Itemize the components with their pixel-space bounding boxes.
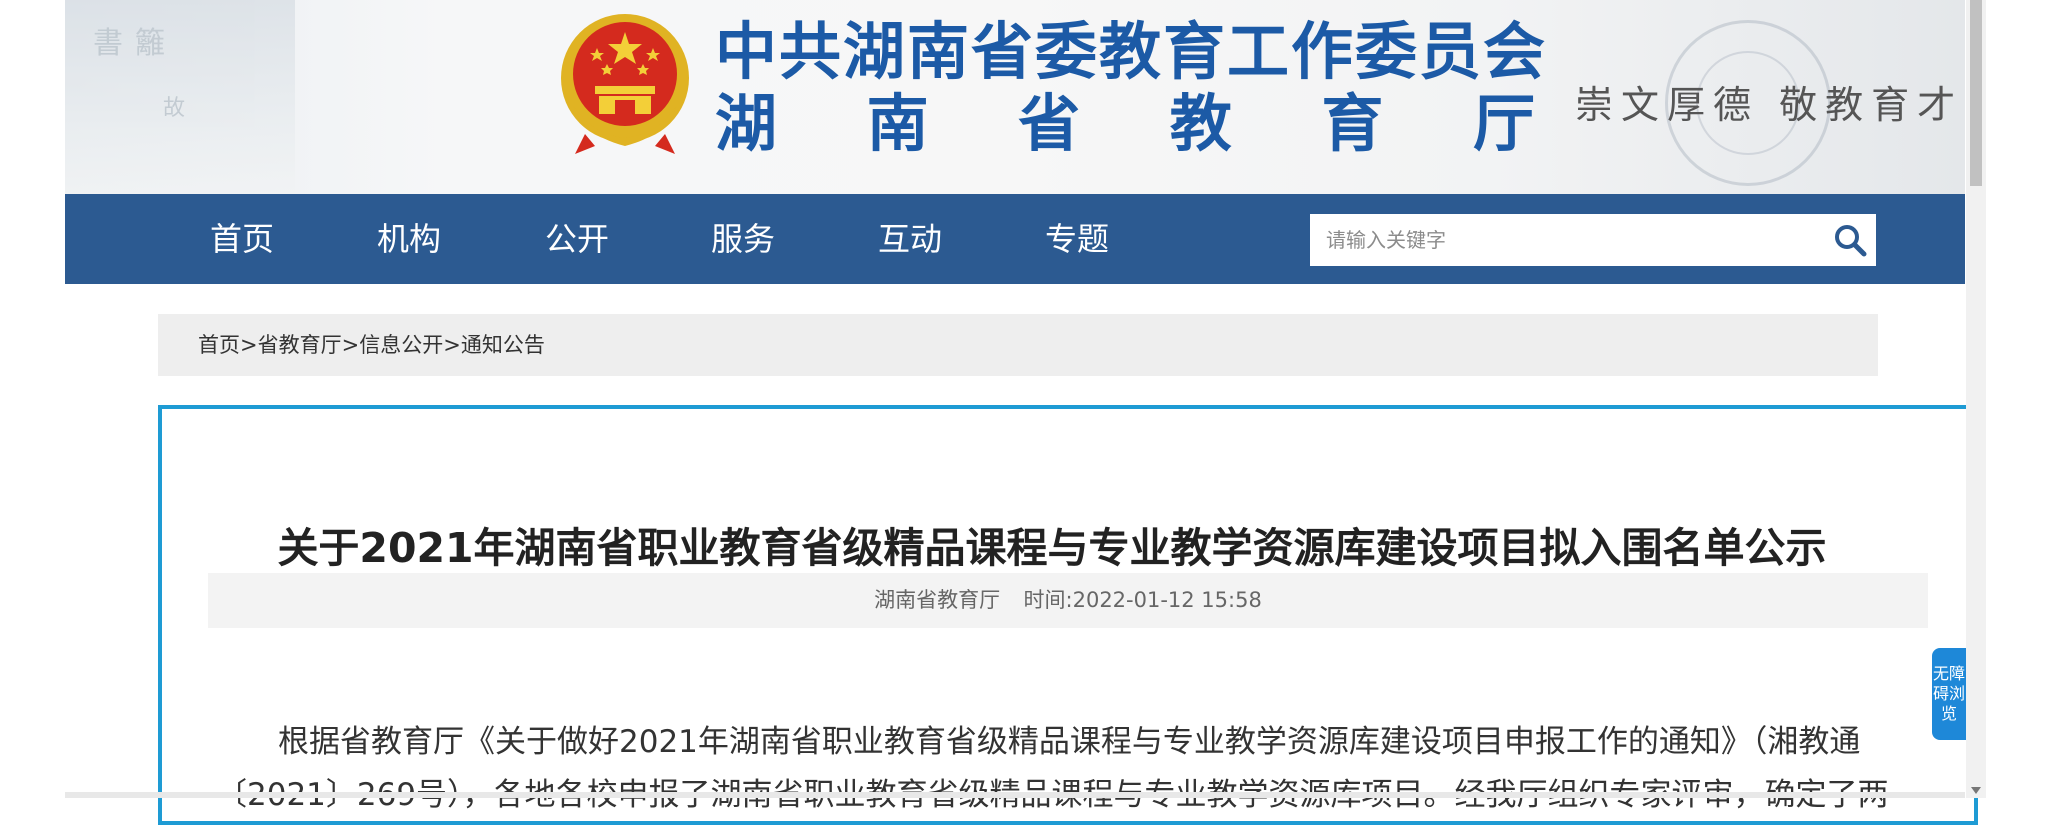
scroll-down-arrow-icon[interactable] [1971, 787, 1981, 794]
nav-item-organization[interactable]: 机构 [377, 194, 441, 284]
page-margin-left [0, 0, 65, 798]
breadcrumb-separator: > [443, 333, 461, 357]
header-title-char: 湖 [715, 87, 778, 160]
accessibility-tab[interactable]: 无障碍浏览 [1932, 648, 1966, 740]
header-slogan: 崇文厚德 敬教育才 [1575, 83, 1964, 127]
header-title-committee: 中共湖南省委教育工作委员会 [715, 15, 1548, 88]
article-time-label: 时间: [1023, 588, 1073, 612]
article-time: 2022-01-12 15:58 [1072, 588, 1262, 612]
header-title-char: 省 [1018, 87, 1081, 160]
header-title-char: 教 [1169, 87, 1232, 160]
nav-item-interaction[interactable]: 互动 [878, 194, 942, 284]
search-box [1310, 214, 1876, 266]
accessibility-label: 无障碍浏览 [1932, 664, 1965, 723]
nav-item-topics[interactable]: 专题 [1045, 194, 1109, 284]
header-title-char: 育 [1321, 87, 1384, 160]
ink-landscape-decoration: 書 籬 故 [65, 0, 295, 194]
article-source: 湖南省教育厅 [874, 588, 1001, 612]
header-title-char: 厅 [1472, 87, 1535, 160]
article-title: 关于2021年湖南省职业教育省级精品课程与专业教学资源库建设项目拟入围名单公示 [277, 524, 1827, 573]
breadcrumb-department[interactable]: 省教育厅 [258, 333, 342, 357]
nav-item-home[interactable]: 首页 [210, 194, 274, 284]
nav-item-services[interactable]: 服务 [711, 194, 775, 284]
breadcrumb-separator: > [341, 333, 360, 357]
article-container: 关于2021年湖南省职业教育省级精品课程与专业教学资源库建设项目拟入围名单公示 … [158, 405, 1978, 825]
scrollbar-thumb[interactable] [1970, 0, 1982, 186]
header-title-char: 南 [866, 87, 929, 160]
national-emblem-icon [561, 14, 689, 154]
vertical-scrollbar[interactable] [1966, 0, 1986, 798]
breadcrumb: 首页>省教育厅>信息公开>通知公告 [158, 314, 1878, 376]
header-title-department: 湖 南 省 教 育 厅 [715, 86, 1535, 162]
breadcrumb-home[interactable]: 首页 [198, 333, 240, 357]
breadcrumb-separator: > [240, 333, 258, 357]
breadcrumb-disclosure[interactable]: 信息公开 [359, 333, 443, 357]
article-meta: 湖南省教育厅 时间:2022-01-12 15:58 [208, 573, 1928, 628]
main-navigation: 首页 机构 公开 服务 互动 专题 [65, 194, 1965, 284]
nav-item-disclosure[interactable]: 公开 [545, 194, 609, 284]
site-header-banner: 書 籬 故 中共湖南省委教育工作委员会 湖 南 省 教 育 厅 崇文厚德 敬教育… [65, 0, 1965, 194]
article-paragraph: 根据省教育厅《关于做好2021年湖南省职业教育省级精品课程与专业教学资源库建设项… [216, 724, 1889, 813]
search-input[interactable] [1310, 214, 1816, 266]
breadcrumb-notices[interactable]: 通知公告 [461, 333, 545, 357]
search-icon[interactable] [1832, 222, 1868, 258]
horizontal-scrollbar[interactable] [65, 792, 1965, 798]
